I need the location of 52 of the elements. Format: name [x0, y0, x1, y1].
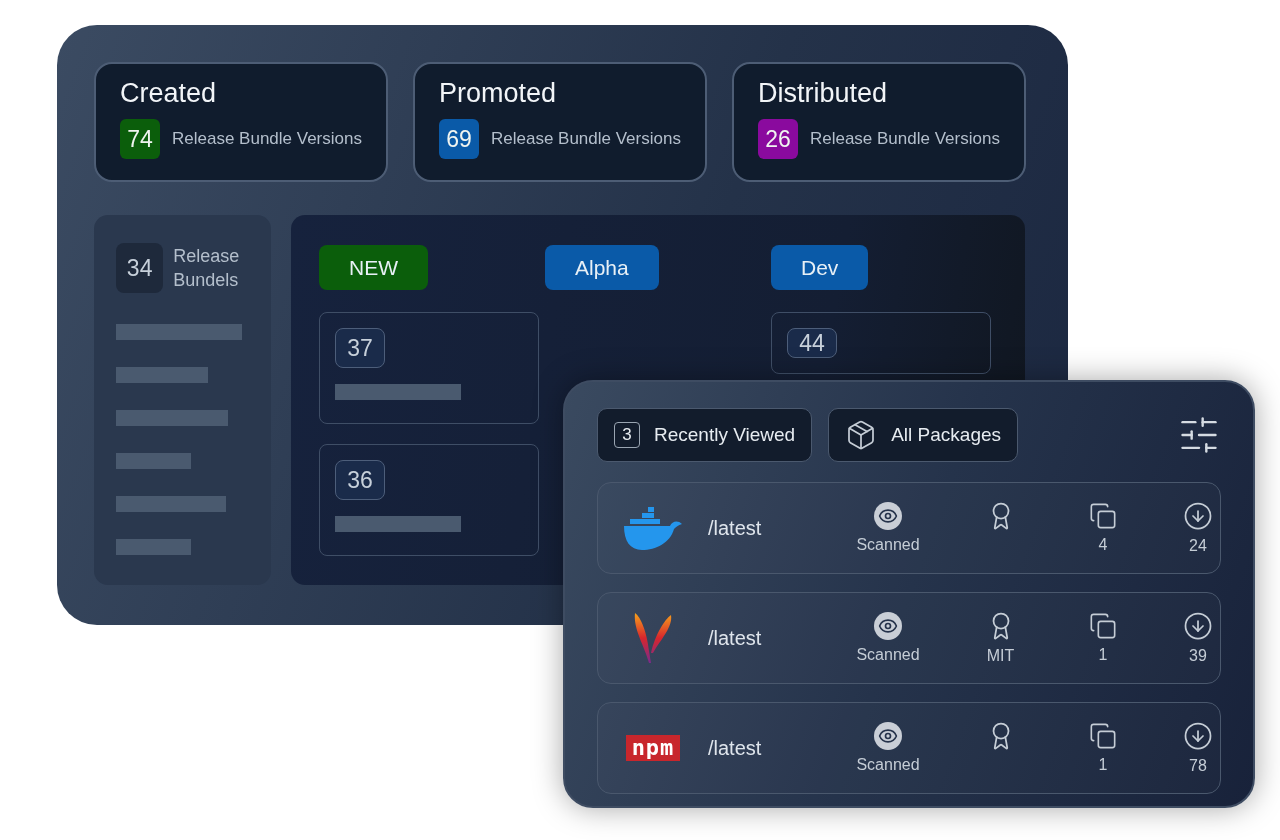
stat-label: Release Bundle Versions [172, 129, 362, 149]
bundle-card[interactable]: 36 [319, 444, 539, 556]
scan-status: Scanned [856, 536, 920, 554]
package-path: /latest [708, 736, 763, 760]
download-count: 24 [1189, 537, 1207, 555]
license-label: MIT [986, 647, 1015, 665]
count-badge: 37 [335, 328, 385, 368]
stat-title: Promoted [438, 78, 558, 109]
count-badge: 3 [614, 422, 640, 448]
package-tab[interactable]: 3 Recently Viewed [597, 408, 813, 462]
tab-label: Recently Viewed [654, 424, 796, 446]
package-path: /latest [708, 626, 763, 650]
count-badge: 36 [335, 460, 385, 500]
stat-title: Created [120, 78, 218, 109]
eye-icon [874, 502, 902, 530]
bundle-card[interactable]: 44 [771, 312, 991, 374]
stage-tag: Alpha [545, 245, 659, 290]
package-row[interactable]: /latest Scanned MIT 1 39 [597, 592, 1221, 684]
count-badge: 26 [757, 119, 798, 159]
package-tab[interactable]: All Packages [828, 408, 1019, 462]
scan-status: Scanned [856, 756, 920, 774]
download-icon [1183, 501, 1213, 531]
files-icon [1089, 502, 1117, 530]
count-badge: 74 [120, 119, 160, 159]
files-icon [1089, 612, 1117, 640]
scan-status: Scanned [856, 646, 920, 664]
stat-label: Release Bundle Versions [490, 129, 681, 149]
count-badge: 34 [116, 243, 164, 293]
package-path: /latest [708, 516, 763, 540]
download-count: 39 [1189, 647, 1207, 665]
file-count: 1 [1098, 646, 1108, 664]
eye-icon [874, 722, 902, 750]
download-count: 78 [1189, 757, 1207, 775]
wordmark-logo: npm [625, 735, 681, 761]
count-badge: 44 [787, 328, 837, 358]
stage-tag: NEW [319, 245, 428, 290]
package-row[interactable]: /latest Scanned 4 24 [597, 482, 1221, 574]
files-icon [1089, 722, 1117, 750]
download-icon [1183, 721, 1213, 751]
download-icon [1183, 611, 1213, 641]
count-badge: 69 [438, 119, 479, 159]
bundle-card[interactable]: 37 [319, 312, 539, 424]
stage-tag: Dev [771, 245, 869, 290]
bundle-label: Release Bundels [173, 245, 241, 292]
eye-icon [874, 612, 902, 640]
stat-label: Release Bundle Versions [809, 129, 1000, 149]
file-count: 4 [1098, 536, 1108, 554]
package-row[interactable]: npm /latest Scanned 1 78 [597, 702, 1221, 794]
file-count: 1 [1098, 756, 1108, 774]
whale-icon [622, 505, 684, 551]
stat-title: Distributed [757, 78, 888, 109]
tab-label: All Packages [891, 424, 1002, 446]
